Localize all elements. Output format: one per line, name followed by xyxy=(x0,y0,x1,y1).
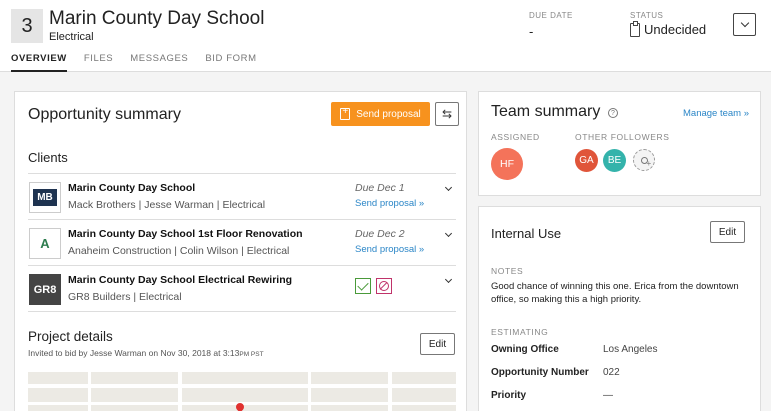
assigned-label: ASSIGNED xyxy=(491,132,540,142)
client-name[interactable]: Marin County Day School 1st Floor Renova… xyxy=(68,228,303,240)
chevron-down-icon[interactable] xyxy=(444,275,453,284)
project-location-map[interactable] xyxy=(28,372,456,411)
client-name[interactable]: Marin County Day School xyxy=(68,182,195,194)
due-date-value: - xyxy=(529,24,534,39)
status-display: Undecided xyxy=(630,20,707,37)
followers-label: OTHER FOLLOWERS xyxy=(575,132,670,142)
page-title: Marin County Day School xyxy=(49,8,265,29)
project-details-invite: Invited to bid by Jesse Warman on Nov 30… xyxy=(28,348,264,358)
tab-messages[interactable]: MESSAGES xyxy=(130,53,188,72)
field-label: Opportunity Number xyxy=(491,367,589,378)
client-logo: A xyxy=(29,228,61,259)
status-value: Undecided xyxy=(644,22,707,37)
due-date-label: DUE DATE xyxy=(529,11,573,20)
team-summary-title: Team summary xyxy=(491,103,601,120)
notes-text: Good chance of winning this one. Erica f… xyxy=(491,281,739,305)
send-proposal-button[interactable]: Send proposal xyxy=(331,102,430,126)
field-value: 022 xyxy=(603,367,620,378)
internal-use-title: Internal Use xyxy=(491,226,562,241)
opportunity-summary-panel: Opportunity summary Send proposal ⇆ Clie… xyxy=(14,91,467,411)
project-details-title: Project details xyxy=(28,329,113,344)
status-label: STATUS xyxy=(630,11,664,20)
chevron-down-icon xyxy=(740,18,749,28)
project-number-badge: 3 xyxy=(11,9,43,43)
client-row[interactable]: GR8 Marin County Day School Electrical R… xyxy=(28,265,456,312)
clients-heading: Clients xyxy=(28,150,68,165)
client-due-date: Due Dec 2 xyxy=(355,228,405,240)
team-summary-panel: Team summary ? Manage team » ASSIGNED OT… xyxy=(478,91,761,196)
document-plus-icon xyxy=(340,106,351,120)
client-logo: GR8 xyxy=(29,274,61,305)
avatar[interactable]: BE xyxy=(603,149,626,172)
send-proposal-link[interactable]: Send proposal » xyxy=(355,244,424,255)
estimating-label: ESTIMATING xyxy=(491,327,549,337)
send-proposal-label: Send proposal xyxy=(356,108,421,120)
status-dropdown-button[interactable] xyxy=(733,13,756,36)
tab-bid-form[interactable]: BID FORM xyxy=(205,53,256,72)
chevron-down-icon[interactable] xyxy=(444,183,453,192)
notes-label: NOTES xyxy=(491,266,524,276)
client-details: Anaheim Construction | Colin Wilson | El… xyxy=(68,245,290,257)
field-value: Los Angeles xyxy=(603,344,658,355)
tab-overview[interactable]: OVERVIEW xyxy=(11,53,67,72)
help-icon[interactable]: ? xyxy=(608,108,618,118)
client-name[interactable]: Marin County Day School Electrical Rewir… xyxy=(68,274,292,286)
project-trade: Electrical xyxy=(49,31,94,43)
person-plus-icon xyxy=(640,156,651,168)
internal-use-panel: Internal Use Edit NOTES Good chance of w… xyxy=(478,206,761,411)
project-header: 3 Marin County Day School Electrical DUE… xyxy=(0,0,771,72)
block-icon xyxy=(379,281,389,291)
manage-team-link[interactable]: Manage team » xyxy=(683,108,749,119)
decline-button[interactable] xyxy=(376,278,392,294)
project-details-edit-button[interactable]: Edit xyxy=(420,333,455,355)
client-row[interactable]: A Marin County Day School 1st Floor Reno… xyxy=(28,219,456,266)
field-label: Priority xyxy=(491,390,527,401)
client-due-date: Due Dec 1 xyxy=(355,182,405,194)
avatar[interactable]: HF xyxy=(491,148,523,180)
avatar[interactable]: GA xyxy=(575,149,598,172)
add-follower-button[interactable] xyxy=(633,149,655,171)
field-label: Owning Office xyxy=(491,344,559,355)
clipboard-icon xyxy=(630,20,640,37)
tab-bar: OVERVIEW FILES MESSAGES BID FORM xyxy=(11,53,257,72)
send-proposal-link[interactable]: Send proposal » xyxy=(355,198,424,209)
tab-files[interactable]: FILES xyxy=(84,53,113,72)
opportunity-summary-title: Opportunity summary xyxy=(28,106,181,123)
client-details: Mack Brothers | Jesse Warman | Electrica… xyxy=(68,199,266,211)
internal-edit-button[interactable]: Edit xyxy=(710,221,745,243)
field-value: — xyxy=(603,390,613,401)
client-details: GR8 Builders | Electrical xyxy=(68,291,182,303)
chevron-down-icon[interactable] xyxy=(444,229,453,238)
swap-icon[interactable]: ⇆ xyxy=(435,102,459,126)
client-row[interactable]: MB Marin County Day School Mack Brothers… xyxy=(28,173,456,220)
client-logo: MB xyxy=(29,182,61,213)
accept-check-icon[interactable] xyxy=(355,278,371,294)
